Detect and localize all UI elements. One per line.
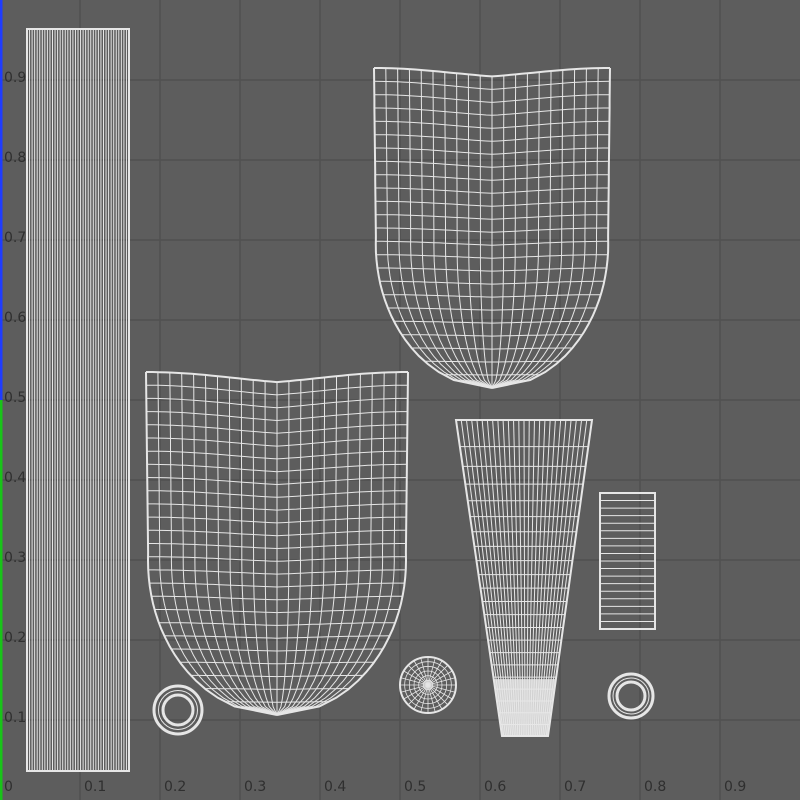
uv-shell-small-strip[interactable]	[599, 492, 656, 630]
uv-shell-taper[interactable]	[454, 419, 594, 737]
uv-shell-long-strip[interactable]	[26, 28, 130, 772]
uv-shell-ring-right[interactable]	[607, 672, 655, 720]
uv-shell-disc-center[interactable]	[399, 656, 457, 714]
uv-shell-cap-upper[interactable]	[373, 67, 611, 389]
uv-shell-cap-lower[interactable]	[145, 371, 409, 716]
uv-layout-canvas[interactable]	[0, 0, 800, 800]
uv-editor-viewport[interactable]: 0 0.1 0.2 0.3 0.4 0.5 0.6 0.7 0.8 0.9 0.1 0.2 0.3 0.4…	[0, 0, 800, 800]
uv-shell-ring-left[interactable]	[152, 684, 204, 736]
